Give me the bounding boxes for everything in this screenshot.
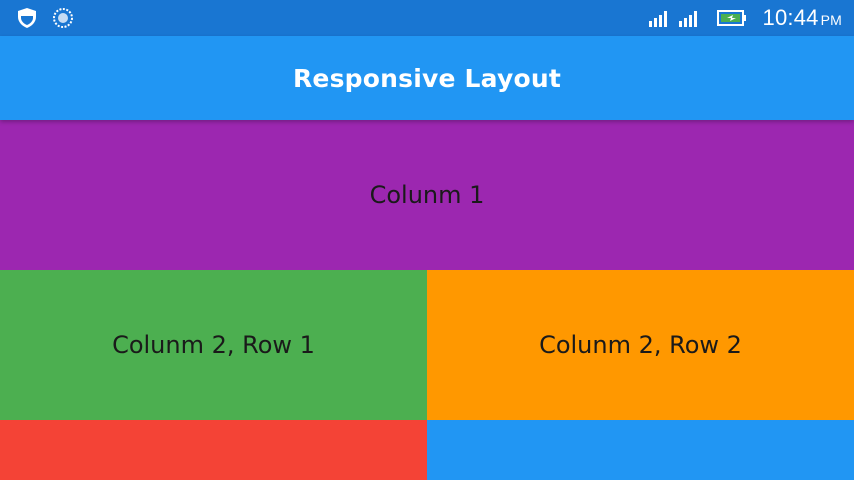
column-1-label: Colunm 1 xyxy=(369,181,485,209)
status-bar: 10:44 PM xyxy=(0,0,854,36)
column-2-row-2-block: Colunm 2, Row 2 xyxy=(427,270,854,420)
battery-charging-icon xyxy=(716,10,747,26)
column-3-row-1-block xyxy=(0,420,427,480)
column-2-row-1-block: Colunm 2, Row 1 xyxy=(0,270,427,420)
signal-icon xyxy=(648,9,671,27)
shield-icon xyxy=(16,7,38,29)
clock-time: 10:44 xyxy=(762,5,819,30)
column-3-row-2-block xyxy=(427,420,854,480)
status-right: 10:44 PM xyxy=(648,0,842,36)
clock: 10:44 PM xyxy=(763,5,842,31)
sync-icon xyxy=(52,7,74,29)
column-2-row-1-label: Colunm 2, Row 1 xyxy=(112,331,315,359)
signal-icon xyxy=(678,9,701,27)
column-1-block: Colunm 1 xyxy=(0,120,854,270)
page-title: Responsive Layout xyxy=(292,63,561,93)
status-left xyxy=(16,7,74,29)
app-bar: Responsive Layout xyxy=(0,36,854,120)
clock-ampm: PM xyxy=(820,12,842,28)
column-2-row-2-label: Colunm 2, Row 2 xyxy=(539,331,742,359)
